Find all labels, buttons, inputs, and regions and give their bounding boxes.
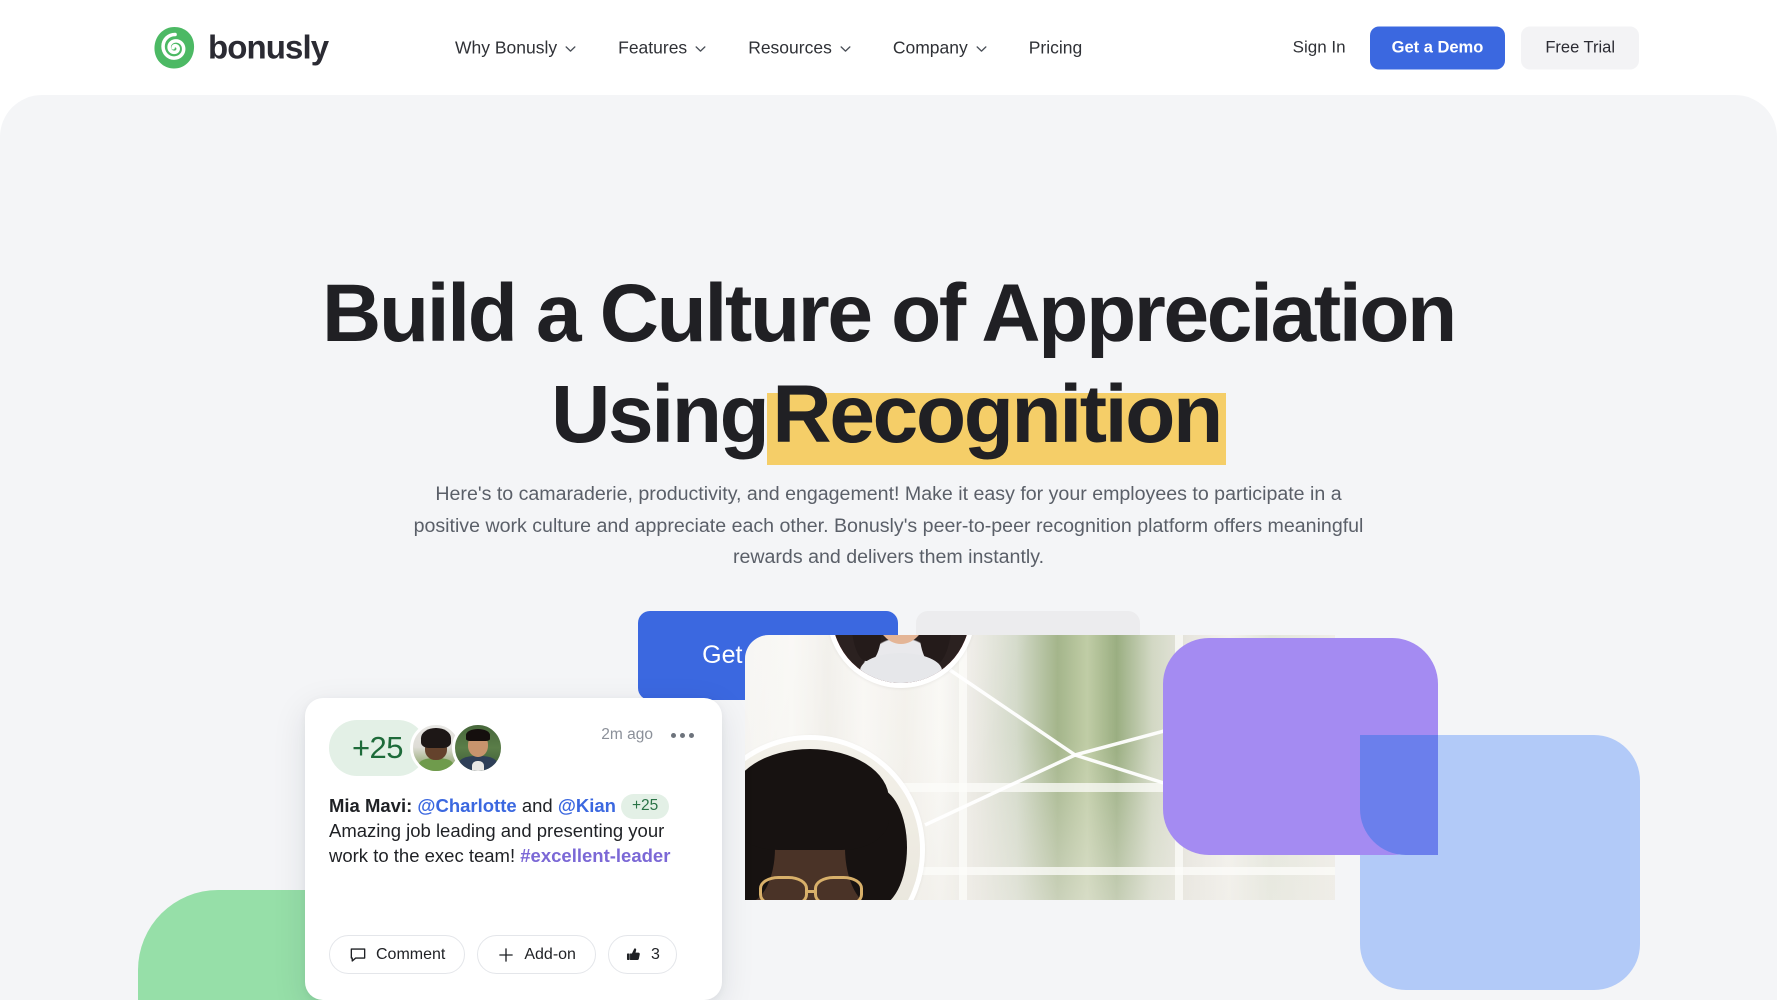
hashtag-excellent-leader[interactable]: #excellent-leader bbox=[520, 844, 670, 869]
chevron-down-icon bbox=[695, 45, 706, 52]
recognition-card-header: +25 2m ago bbox=[329, 720, 698, 776]
nav-item-label: Resources bbox=[748, 37, 832, 57]
nav-item-resources[interactable]: Resources bbox=[748, 37, 851, 58]
nav-item-company[interactable]: Company bbox=[893, 37, 987, 58]
message-author: Mia Mavi: bbox=[329, 795, 413, 816]
get-a-demo-button[interactable]: Get a Demo bbox=[1369, 26, 1506, 69]
nav-item-pricing[interactable]: Pricing bbox=[1029, 37, 1083, 58]
thumbs-up-icon bbox=[626, 947, 640, 960]
hero-title-line-2: UsingRecognition bbox=[0, 374, 1777, 465]
hero-title-line-1: Build a Culture of Appreciation bbox=[322, 268, 1457, 359]
timestamp: 2m ago bbox=[601, 726, 653, 743]
like-count: 3 bbox=[650, 945, 660, 963]
bonusly-droplet-logo-icon bbox=[154, 26, 195, 69]
avatar-woman-glasses bbox=[745, 735, 925, 900]
comment-label: Comment bbox=[376, 945, 446, 963]
sign-in-link[interactable]: Sign In bbox=[1285, 32, 1354, 64]
chevron-down-icon bbox=[565, 45, 576, 52]
inline-points-badge: +25 bbox=[620, 794, 670, 819]
nav-item-label: Features bbox=[618, 37, 688, 57]
ellipsis-icon[interactable] bbox=[667, 729, 698, 742]
nav-item-why-bonusly[interactable]: Why Bonusly bbox=[455, 37, 576, 58]
free-trial-button[interactable]: Free Trial bbox=[1521, 26, 1639, 69]
avatar-kian bbox=[452, 722, 504, 774]
hero-title-prefix: Using bbox=[551, 369, 770, 460]
hero-section: Build a Culture of Appreciation UsingRec… bbox=[0, 95, 1777, 1000]
brand-logo[interactable]: bonusly bbox=[152, 25, 329, 70]
card-action-bar: Comment Add-on 3 bbox=[329, 935, 698, 974]
decor-blob-overlap bbox=[1360, 735, 1438, 855]
add-on-label: Add-on bbox=[524, 945, 576, 963]
nav-item-features[interactable]: Features bbox=[618, 37, 706, 58]
avatar-group bbox=[410, 722, 504, 774]
chevron-down-icon bbox=[976, 45, 987, 52]
nav-item-label: Company bbox=[892, 37, 968, 57]
top-navbar: bonusly Why Bonusly Features Resources C… bbox=[0, 0, 1777, 95]
recognition-card[interactable]: +25 2m ago Mia Mavi: @Charlotte and @Kia… bbox=[305, 698, 722, 1000]
mention-kian[interactable]: @Kian bbox=[558, 795, 616, 816]
primary-nav: Why Bonusly Features Resources Company P… bbox=[455, 37, 1082, 58]
plus-icon bbox=[499, 947, 514, 962]
card-meta: 2m ago bbox=[601, 726, 698, 744]
hero-subtitle: Here's to camaraderie, productivity, and… bbox=[413, 483, 1364, 569]
avatar-woman-smiling bbox=[827, 635, 975, 688]
comment-button[interactable]: Comment bbox=[329, 935, 466, 974]
recognition-message: Mia Mavi: @Charlotte and @Kian +25 Amazin… bbox=[329, 794, 698, 869]
chevron-down-icon bbox=[840, 45, 851, 52]
speech-bubble-icon bbox=[350, 947, 366, 962]
nav-item-label: Why Bonusly bbox=[455, 37, 558, 57]
page-title: Build a Culture of Appreciation UsingRec… bbox=[0, 273, 1777, 465]
mention-charlotte[interactable]: @Charlotte bbox=[417, 795, 516, 816]
like-button[interactable]: 3 bbox=[607, 935, 677, 974]
nav-actions: Sign In Get a Demo Free Trial bbox=[1285, 26, 1639, 69]
message-conjunction: and bbox=[521, 795, 553, 816]
page-root: bonusly Why Bonusly Features Resources C… bbox=[0, 0, 1777, 1000]
add-on-button[interactable]: Add-on bbox=[477, 935, 596, 974]
nav-item-label: Pricing bbox=[1028, 37, 1083, 57]
brand-name: bonusly bbox=[208, 28, 329, 66]
hero-title-highlight: Recognition bbox=[767, 374, 1227, 465]
